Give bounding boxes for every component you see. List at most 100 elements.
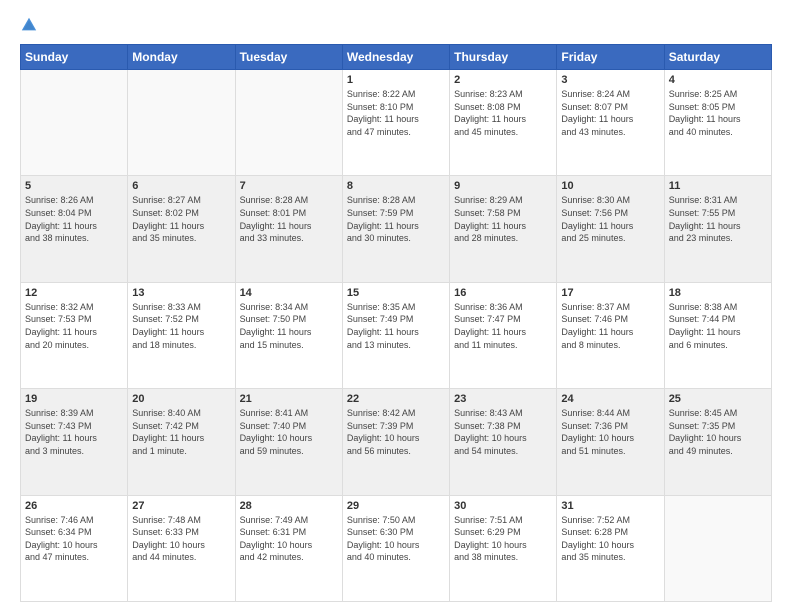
day-number: 17 (561, 287, 659, 299)
page: SundayMondayTuesdayWednesdayThursdayFrid… (0, 0, 792, 612)
day-info: Sunrise: 7:51 AM Sunset: 6:29 PM Dayligh… (454, 514, 552, 564)
day-info: Sunrise: 8:38 AM Sunset: 7:44 PM Dayligh… (669, 301, 767, 351)
day-info: Sunrise: 8:26 AM Sunset: 8:04 PM Dayligh… (25, 194, 123, 244)
day-info: Sunrise: 8:44 AM Sunset: 7:36 PM Dayligh… (561, 407, 659, 457)
calendar-cell: 5 Sunrise: 8:26 AM Sunset: 8:04 PM Daylig… (21, 176, 128, 282)
day-info: Sunrise: 7:50 AM Sunset: 6:30 PM Dayligh… (347, 514, 445, 564)
calendar-row-2: 5 Sunrise: 8:26 AM Sunset: 8:04 PM Daylig… (21, 176, 772, 282)
calendar-cell: 28 Sunrise: 7:49 AM Sunset: 6:31 PM Dayli… (235, 495, 342, 601)
calendar-cell: 23 Sunrise: 8:43 AM Sunset: 7:38 PM Dayli… (450, 389, 557, 495)
day-number: 13 (132, 287, 230, 299)
day-info: Sunrise: 8:37 AM Sunset: 7:46 PM Dayligh… (561, 301, 659, 351)
day-info: Sunrise: 8:28 AM Sunset: 7:59 PM Dayligh… (347, 194, 445, 244)
calendar-cell (21, 70, 128, 176)
day-number: 23 (454, 393, 552, 405)
calendar-cell: 24 Sunrise: 8:44 AM Sunset: 7:36 PM Dayli… (557, 389, 664, 495)
day-number: 8 (347, 180, 445, 192)
day-number: 20 (132, 393, 230, 405)
calendar-cell (128, 70, 235, 176)
calendar-cell: 12Sunrise: 8:32 AM Sunset: 7:53 PM Dayli… (21, 282, 128, 388)
calendar-cell: 6 Sunrise: 8:27 AM Sunset: 8:02 PM Daylig… (128, 176, 235, 282)
weekday-header-sunday: Sunday (21, 45, 128, 70)
day-info: Sunrise: 8:39 AM Sunset: 7:43 PM Dayligh… (25, 407, 123, 457)
day-number: 11 (669, 180, 767, 192)
calendar-cell (664, 495, 771, 601)
calendar-cell: 9 Sunrise: 8:29 AM Sunset: 7:58 PM Daylig… (450, 176, 557, 282)
calendar-cell (235, 70, 342, 176)
calendar-cell: 8 Sunrise: 8:28 AM Sunset: 7:59 PM Daylig… (342, 176, 449, 282)
weekday-header-thursday: Thursday (450, 45, 557, 70)
calendar-cell: 21 Sunrise: 8:41 AM Sunset: 7:40 PM Dayli… (235, 389, 342, 495)
calendar-cell: 2 Sunrise: 8:23 AM Sunset: 8:08 PM Daylig… (450, 70, 557, 176)
day-info: Sunrise: 7:52 AM Sunset: 6:28 PM Dayligh… (561, 514, 659, 564)
day-number: 4 (669, 74, 767, 86)
calendar-cell: 18Sunrise: 8:38 AM Sunset: 7:44 PM Dayli… (664, 282, 771, 388)
calendar-cell: 31 Sunrise: 7:52 AM Sunset: 6:28 PM Dayli… (557, 495, 664, 601)
calendar-cell: 20Sunrise: 8:40 AM Sunset: 7:42 PM Dayli… (128, 389, 235, 495)
weekday-header-monday: Monday (128, 45, 235, 70)
day-info: Sunrise: 8:42 AM Sunset: 7:39 PM Dayligh… (347, 407, 445, 457)
day-info: Sunrise: 8:34 AM Sunset: 7:50 PM Dayligh… (240, 301, 338, 351)
day-info: Sunrise: 8:28 AM Sunset: 8:01 PM Dayligh… (240, 194, 338, 244)
day-number: 2 (454, 74, 552, 86)
day-number: 25 (669, 393, 767, 405)
day-info: Sunrise: 8:30 AM Sunset: 7:56 PM Dayligh… (561, 194, 659, 244)
day-number: 31 (561, 500, 659, 512)
day-number: 29 (347, 500, 445, 512)
calendar-cell: 26Sunrise: 7:46 AM Sunset: 6:34 PM Dayli… (21, 495, 128, 601)
day-info: Sunrise: 8:23 AM Sunset: 8:08 PM Dayligh… (454, 88, 552, 138)
calendar-cell: 16 Sunrise: 8:36 AM Sunset: 7:47 PM Dayli… (450, 282, 557, 388)
day-number: 21 (240, 393, 338, 405)
day-number: 30 (454, 500, 552, 512)
day-info: Sunrise: 8:32 AM Sunset: 7:53 PM Dayligh… (25, 301, 123, 351)
calendar-cell: 14 Sunrise: 8:34 AM Sunset: 7:50 PM Dayli… (235, 282, 342, 388)
day-number: 5 (25, 180, 123, 192)
calendar-header-row: SundayMondayTuesdayWednesdayThursdayFrid… (21, 45, 772, 70)
day-info: Sunrise: 7:49 AM Sunset: 6:31 PM Dayligh… (240, 514, 338, 564)
calendar-cell: 22 Sunrise: 8:42 AM Sunset: 7:39 PM Dayli… (342, 389, 449, 495)
weekday-header-wednesday: Wednesday (342, 45, 449, 70)
calendar-cell: 25 Sunrise: 8:45 AM Sunset: 7:35 PM Dayli… (664, 389, 771, 495)
day-info: Sunrise: 8:31 AM Sunset: 7:55 PM Dayligh… (669, 194, 767, 244)
day-number: 28 (240, 500, 338, 512)
day-info: Sunrise: 8:22 AM Sunset: 8:10 PM Dayligh… (347, 88, 445, 138)
day-number: 22 (347, 393, 445, 405)
day-info: Sunrise: 8:27 AM Sunset: 8:02 PM Dayligh… (132, 194, 230, 244)
day-info: Sunrise: 8:45 AM Sunset: 7:35 PM Dayligh… (669, 407, 767, 457)
day-number: 16 (454, 287, 552, 299)
day-number: 6 (132, 180, 230, 192)
day-number: 14 (240, 287, 338, 299)
day-info: Sunrise: 8:33 AM Sunset: 7:52 PM Dayligh… (132, 301, 230, 351)
calendar-cell: 11 Sunrise: 8:31 AM Sunset: 7:55 PM Dayli… (664, 176, 771, 282)
calendar-cell: 15 Sunrise: 8:35 AM Sunset: 7:49 PM Dayli… (342, 282, 449, 388)
day-info: Sunrise: 8:35 AM Sunset: 7:49 PM Dayligh… (347, 301, 445, 351)
day-number: 3 (561, 74, 659, 86)
header (20, 16, 772, 34)
calendar-row-1: 1 Sunrise: 8:22 AM Sunset: 8:10 PM Daylig… (21, 70, 772, 176)
calendar-table: SundayMondayTuesdayWednesdayThursdayFrid… (20, 44, 772, 602)
calendar-row-3: 12Sunrise: 8:32 AM Sunset: 7:53 PM Dayli… (21, 282, 772, 388)
calendar-cell: 27Sunrise: 7:48 AM Sunset: 6:33 PM Dayli… (128, 495, 235, 601)
weekday-header-tuesday: Tuesday (235, 45, 342, 70)
logo (20, 16, 42, 34)
day-info: Sunrise: 8:43 AM Sunset: 7:38 PM Dayligh… (454, 407, 552, 457)
day-number: 24 (561, 393, 659, 405)
day-number: 10 (561, 180, 659, 192)
day-info: Sunrise: 8:41 AM Sunset: 7:40 PM Dayligh… (240, 407, 338, 457)
calendar-cell: 30 Sunrise: 7:51 AM Sunset: 6:29 PM Dayli… (450, 495, 557, 601)
day-number: 15 (347, 287, 445, 299)
day-info: Sunrise: 8:25 AM Sunset: 8:05 PM Dayligh… (669, 88, 767, 138)
calendar-cell: 17 Sunrise: 8:37 AM Sunset: 7:46 PM Dayli… (557, 282, 664, 388)
calendar-row-5: 26Sunrise: 7:46 AM Sunset: 6:34 PM Dayli… (21, 495, 772, 601)
calendar-cell: 19Sunrise: 8:39 AM Sunset: 7:43 PM Dayli… (21, 389, 128, 495)
day-info: Sunrise: 7:46 AM Sunset: 6:34 PM Dayligh… (25, 514, 123, 564)
day-info: Sunrise: 8:36 AM Sunset: 7:47 PM Dayligh… (454, 301, 552, 351)
calendar-cell: 4 Sunrise: 8:25 AM Sunset: 8:05 PM Daylig… (664, 70, 771, 176)
day-info: Sunrise: 8:29 AM Sunset: 7:58 PM Dayligh… (454, 194, 552, 244)
calendar-cell: 1 Sunrise: 8:22 AM Sunset: 8:10 PM Daylig… (342, 70, 449, 176)
day-number: 1 (347, 74, 445, 86)
calendar-cell: 10 Sunrise: 8:30 AM Sunset: 7:56 PM Dayli… (557, 176, 664, 282)
weekday-header-saturday: Saturday (664, 45, 771, 70)
calendar-cell: 3Sunrise: 8:24 AM Sunset: 8:07 PM Daylig… (557, 70, 664, 176)
day-number: 9 (454, 180, 552, 192)
